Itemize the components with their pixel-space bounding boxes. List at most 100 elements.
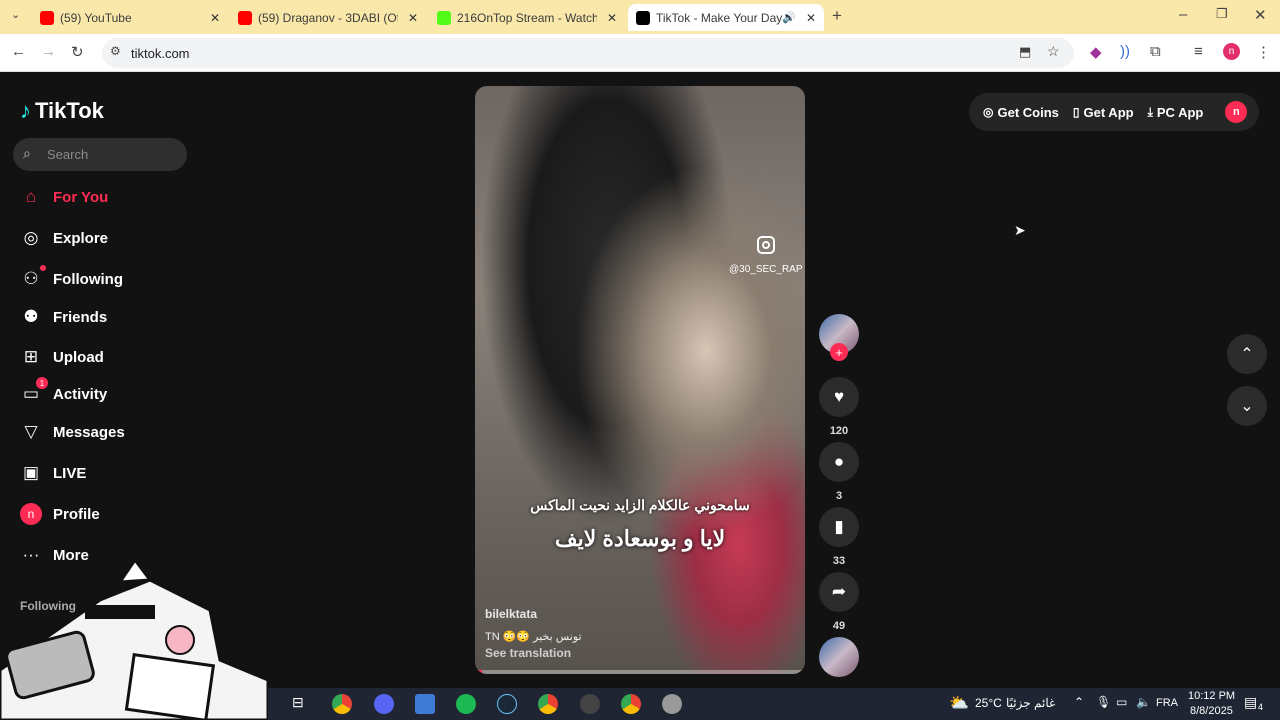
clock-date[interactable]: 8/8/2025 [1190,705,1233,717]
sidebar-item-upload[interactable]: ⊞ Upload [20,346,104,368]
language-indicator[interactable]: FRA [1156,697,1178,709]
microphone-icon[interactable]: 🎙 [1096,695,1111,709]
chrome-profile-icon[interactable] [621,694,641,714]
sidebar-item-label: Explore [53,229,109,247]
reload-icon[interactable]: ↻ [71,43,84,61]
weather-temp: 25°C [975,696,1002,710]
creator-avatar[interactable]: + [819,314,859,361]
tab-title: TikTok - Make Your Day [656,10,783,25]
following-icon: ⚇ [20,265,46,290]
minimize-icon[interactable]: – [1179,6,1187,23]
activity-badge: 1 [36,377,48,389]
close-icon[interactable]: ✕ [806,11,816,25]
notification-icon[interactable]: ▤ [1244,694,1257,711]
tab-draganov[interactable]: (59) Draganov - 3DABI (Official ✕ [230,4,426,31]
bookmark-star-icon[interactable]: ☆ [1047,43,1060,60]
sidebar-item-friends[interactable]: ⚉ Friends [20,306,107,328]
steam-icon[interactable] [497,694,517,714]
save-action[interactable]: ▮ 33 [818,507,860,567]
discord-icon[interactable] [374,694,394,714]
site-info-icon[interactable]: ⚙ [110,44,121,58]
back-icon[interactable]: ← [11,43,26,60]
file-explorer-icon[interactable] [415,694,435,714]
video-progress-bar[interactable] [475,670,805,674]
window-close-icon[interactable]: ✕ [1254,6,1267,24]
extension-audio-icon[interactable]: )) [1120,43,1130,60]
kick-icon [437,10,451,25]
share-action[interactable]: ➦ 49 [818,572,860,632]
tab-kick[interactable]: 216OnTop Stream - Watch Live ✕ [429,4,625,31]
tab-tiktok[interactable]: TikTok - Make Your Day 🔊 ✕ [628,4,824,31]
music-disc-icon[interactable] [819,637,859,677]
sidebar-item-label: Upload [53,348,104,366]
creator-avatar-block[interactable]: + [818,314,860,361]
youtube-icon [40,10,54,25]
media-control-icon[interactable]: ≡ [1194,43,1203,60]
comment-action[interactable]: ● 3 [818,442,860,502]
menu-icon[interactable]: ⋮ [1256,43,1271,61]
speaker-icon[interactable]: 🔊 [782,11,796,24]
follow-plus-icon[interactable]: + [830,343,848,361]
see-translation-link[interactable]: See translation [485,646,571,660]
sidebar-item-activity[interactable]: ▭ 1 Activity [20,377,107,405]
search-input[interactable]: ⌕ Search [13,138,187,171]
forward-icon[interactable]: → [41,43,56,60]
like-action[interactable]: ♥ 120 [818,377,860,437]
notification-dot [40,265,46,271]
pc-app-button[interactable]: ⤓ PC App [1148,105,1204,120]
sidebar-item-label: For You [53,188,109,206]
sidebar-item-profile[interactable]: n Profile [20,503,100,525]
app-icon-2[interactable] [662,694,682,714]
tab-youtube[interactable]: (59) YouTube ✕ [32,4,228,31]
new-tab-icon[interactable]: + [832,6,842,26]
close-icon[interactable]: ✕ [607,11,617,25]
clock-time[interactable]: 10:12 PM [1188,690,1235,702]
sidebar-item-label: Messages [53,423,125,441]
activity-icon: ▭ 1 [20,377,48,405]
heart-icon[interactable]: ♥ [819,377,859,417]
app-icon[interactable] [580,694,600,714]
video-player[interactable]: @30_SEC_RAP سامحوني عالكلام الزايد نحيت … [475,86,805,674]
next-video-button[interactable]: ⌄ [1227,386,1267,426]
install-icon[interactable]: ⬒ [1019,44,1031,60]
tab-search-icon[interactable]: ⌄ [11,8,20,21]
compass-icon: ◎ [23,228,39,247]
sidebar-item-for-you[interactable]: ⌂ For You [20,186,108,208]
mouse-cursor-icon: ➤ [1014,222,1026,238]
chevron-up-icon[interactable]: ⌃ [1074,695,1084,709]
sidebar-item-label: Following [53,270,123,288]
sound-disc[interactable] [818,637,860,677]
previous-video-button[interactable]: ⌃ [1227,334,1267,374]
video-author[interactable]: bilelktata [485,607,537,621]
maximize-icon[interactable]: ❐ [1216,6,1228,22]
bookmark-icon[interactable]: ▮ [819,507,859,547]
comment-icon[interactable]: ● [819,442,859,482]
coin-icon: ◎ [983,105,994,119]
spotify-icon[interactable] [456,694,476,714]
volume-icon[interactable]: 🔈 [1136,695,1151,709]
sidebar-item-messages[interactable]: ▽ Messages [20,421,125,443]
profile-icon[interactable]: n [1223,43,1240,60]
close-icon[interactable]: ✕ [408,11,418,25]
get-app-button[interactable]: ▯ Get App [1073,105,1134,120]
close-icon[interactable]: ✕ [210,11,220,25]
ublock-icon[interactable]: ◆ [1090,43,1102,61]
sidebar-item-label: LIVE [53,464,87,482]
sidebar-item-live[interactable]: ▣ LIVE [20,462,86,484]
address-bar[interactable]: ⚙ tiktok.com ⬒ ☆ [102,38,1074,68]
watermark-text: @30_SEC_RAP [729,264,803,275]
task-view-icon[interactable]: ⊟ [292,694,304,711]
chrome-icon[interactable] [332,694,352,714]
tiktok-logo[interactable]: ♪ TikTok [20,98,104,124]
network-icon[interactable]: ▭ [1116,695,1127,709]
tiktok-icon [636,10,650,25]
windows-taskbar: ⊟ ⛅ 25°C غائم جزئيًا ⌃ 🎙 ▭ 🔈 FRA 10:12 P… [268,688,1280,720]
share-count: 49 [832,620,846,632]
get-coins-button[interactable]: ◎ Get Coins [983,105,1059,120]
sidebar-item-following[interactable]: ⚇ Following [20,265,123,290]
share-icon[interactable]: ➦ [819,572,859,612]
extensions-icon[interactable]: ⧉ [1150,43,1161,60]
chrome-active-icon[interactable] [538,694,558,714]
sidebar-item-explore[interactable]: ◎ Explore [20,227,108,249]
account-avatar[interactable]: n [1225,101,1248,123]
